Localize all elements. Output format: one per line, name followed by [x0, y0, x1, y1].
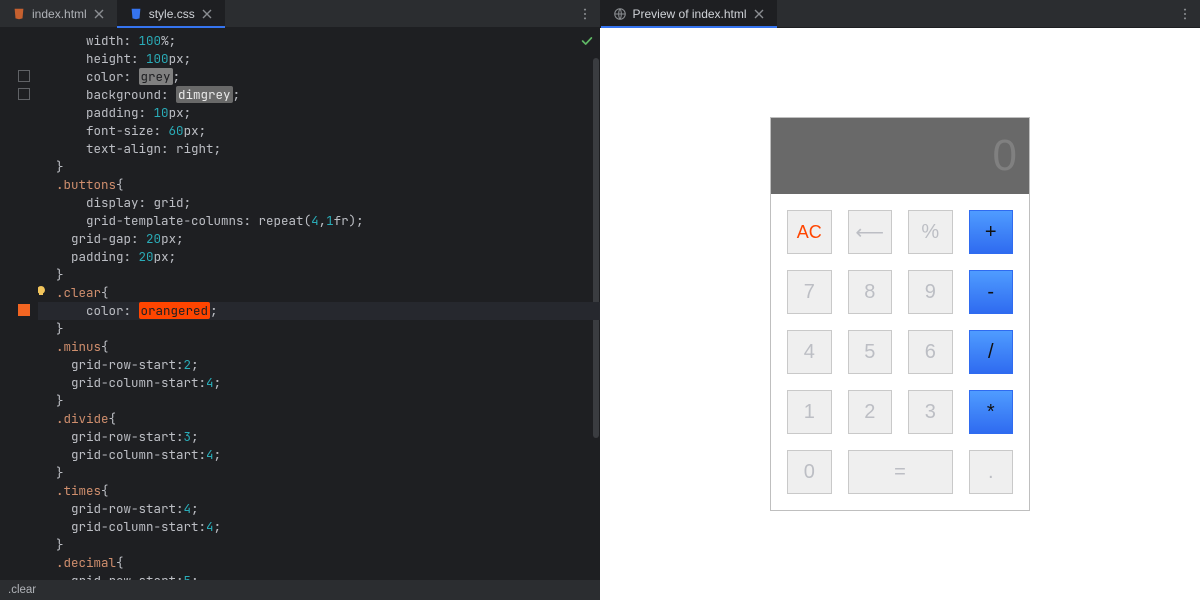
code-line[interactable]: grid-template-columns: repeat(4,1fr);: [38, 212, 600, 230]
calculator-display: 0: [771, 118, 1029, 194]
gutter-color-swatch[interactable]: [18, 70, 30, 82]
calc-digit-7[interactable]: 7: [787, 270, 832, 314]
gutter-color-swatch[interactable]: [18, 304, 30, 316]
close-icon[interactable]: [753, 8, 765, 20]
code-line[interactable]: grid-column-start:4;: [38, 446, 600, 464]
close-icon[interactable]: [93, 8, 105, 20]
code-line[interactable]: grid-row-start:2;: [38, 356, 600, 374]
tab-preview-of-index-html[interactable]: Preview of index.html: [601, 0, 777, 27]
tab-style-css[interactable]: style.css: [117, 0, 225, 27]
calc-digit-9[interactable]: 9: [908, 270, 953, 314]
code-area[interactable]: width: 100%; height: 100px; color: grey;…: [38, 28, 600, 580]
code-line[interactable]: .decimal{: [38, 554, 600, 572]
code-line[interactable]: padding: 20px;: [38, 248, 600, 266]
status-bar: .clear: [0, 580, 600, 600]
code-line[interactable]: .minus{: [38, 338, 600, 356]
code-line[interactable]: }: [38, 392, 600, 410]
calc-times-button[interactable]: *: [969, 390, 1014, 434]
calc-digit-1[interactable]: 1: [787, 390, 832, 434]
calc-digit-4[interactable]: 4: [787, 330, 832, 374]
code-line[interactable]: color: grey;: [38, 68, 600, 86]
code-line[interactable]: }: [38, 266, 600, 284]
code-line[interactable]: }: [38, 158, 600, 176]
code-line[interactable]: }: [38, 536, 600, 554]
calc-percent-button[interactable]: %: [908, 210, 953, 254]
calc-equals-button[interactable]: =: [848, 450, 953, 494]
code-line[interactable]: padding: 10px;: [38, 104, 600, 122]
code-line[interactable]: text-align: right;: [38, 140, 600, 158]
preview-tab-actions[interactable]: [1170, 0, 1200, 27]
code-line[interactable]: font-size: 60px;: [38, 122, 600, 140]
calc-digit-0[interactable]: 0: [787, 450, 832, 494]
code-line[interactable]: .clear{: [38, 284, 600, 302]
calc-digit-8[interactable]: 8: [848, 270, 893, 314]
calc-digit-3[interactable]: 3: [908, 390, 953, 434]
code-editor[interactable]: width: 100%; height: 100px; color: grey;…: [0, 28, 600, 580]
editor-tab-group: index.html style.css: [0, 0, 600, 27]
code-line[interactable]: grid-row-start:5;: [38, 572, 600, 580]
code-line[interactable]: grid-column-start:4;: [38, 374, 600, 392]
tab-label: Preview of index.html: [633, 7, 747, 21]
code-line[interactable]: .times{: [38, 482, 600, 500]
editor-tab-actions[interactable]: [570, 0, 600, 27]
globe-icon: [613, 7, 627, 21]
code-line[interactable]: width: 100%;: [38, 32, 600, 50]
status-breadcrumb: .clear: [8, 584, 36, 596]
tab-bar: index.html style.css Preview of index.htm…: [0, 0, 1200, 28]
calc-backspace-button[interactable]: ⟵: [848, 210, 893, 254]
split-view: width: 100%; height: 100px; color: grey;…: [0, 28, 1200, 600]
code-line[interactable]: }: [38, 320, 600, 338]
tab-index-html[interactable]: index.html: [0, 0, 117, 27]
more-vertical-icon: [578, 7, 592, 21]
code-line[interactable]: }: [38, 464, 600, 482]
code-line[interactable]: grid-row-start:4;: [38, 500, 600, 518]
close-icon[interactable]: [201, 8, 213, 20]
more-vertical-icon: [1178, 7, 1192, 21]
code-line[interactable]: grid-row-start:3;: [38, 428, 600, 446]
tab-label: style.css: [149, 7, 195, 21]
preview-tab-group: Preview of index.html: [600, 0, 1200, 27]
preview-pane: 0 AC ⟵% +789- 456 / 123 * 0 =.: [600, 28, 1200, 600]
preview-content: 0 AC ⟵% +789- 456 / 123 * 0 =.: [600, 28, 1200, 600]
calc-digit-5[interactable]: 5: [848, 330, 893, 374]
code-line[interactable]: .buttons{: [38, 176, 600, 194]
tab-label: index.html: [32, 7, 87, 21]
css-icon: [129, 7, 143, 21]
gutter-color-swatch[interactable]: [18, 88, 30, 100]
code-line[interactable]: height: 100px;: [38, 50, 600, 68]
calc-minus-button[interactable]: -: [969, 270, 1014, 314]
code-line[interactable]: color: orangered;: [38, 302, 600, 320]
editor-pane: width: 100%; height: 100px; color: grey;…: [0, 28, 600, 600]
calc-clear-button[interactable]: AC: [787, 210, 832, 254]
calc-plus-button[interactable]: +: [969, 210, 1014, 254]
calc-digit-2[interactable]: 2: [848, 390, 893, 434]
calculator-display-value: 0: [993, 131, 1017, 181]
code-line[interactable]: .divide{: [38, 410, 600, 428]
code-line[interactable]: grid-column-start:4;: [38, 518, 600, 536]
code-line[interactable]: display: grid;: [38, 194, 600, 212]
calc-decimal-button[interactable]: .: [969, 450, 1014, 494]
calc-digit-6[interactable]: 6: [908, 330, 953, 374]
intention-bulb-icon[interactable]: [38, 284, 48, 298]
html-icon: [12, 7, 26, 21]
code-line[interactable]: background: dimgrey;: [38, 86, 600, 104]
calc-divide-button[interactable]: /: [969, 330, 1014, 374]
gutter: [0, 28, 38, 580]
code-line[interactable]: grid-gap: 20px;: [38, 230, 600, 248]
calculator-button-grid: AC ⟵% +789- 456 / 123 * 0 =.: [771, 194, 1029, 510]
calculator: 0 AC ⟵% +789- 456 / 123 * 0 =.: [770, 117, 1030, 511]
